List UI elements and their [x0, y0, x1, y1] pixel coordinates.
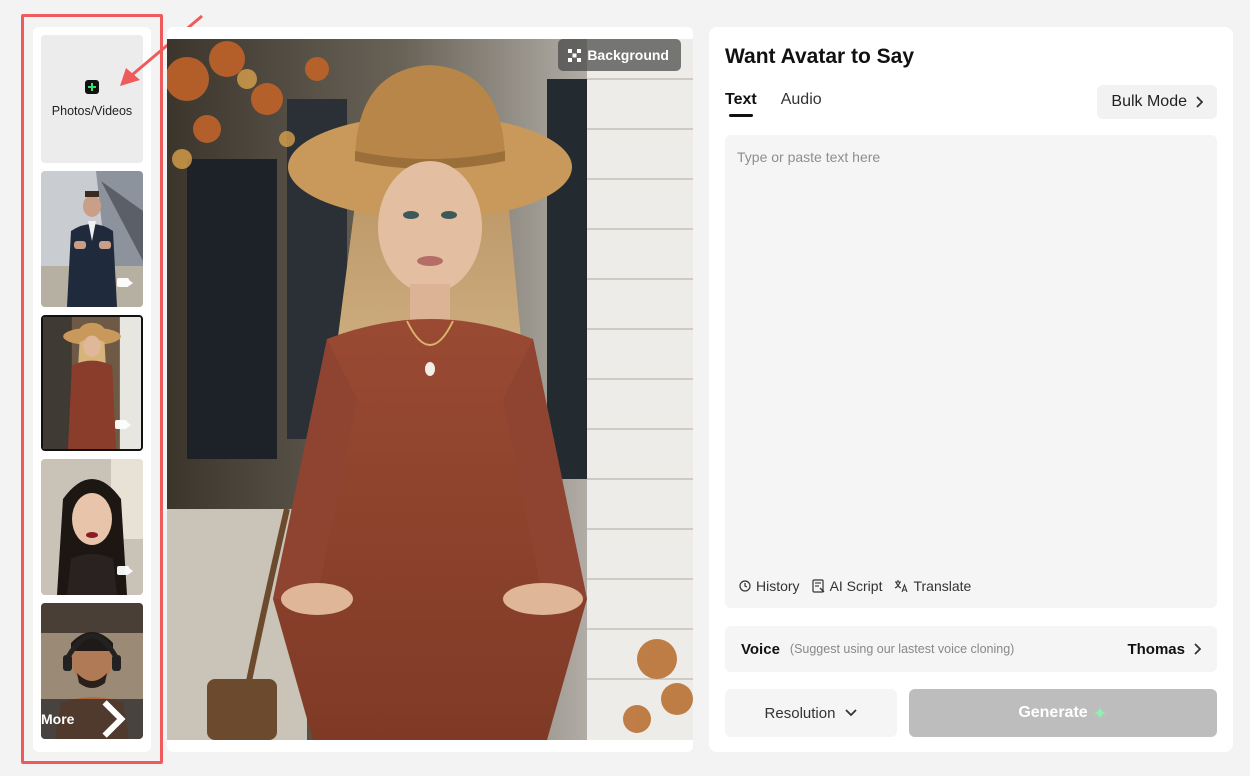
script-panel: Want Avatar to Say Text Audio Bulk Mode …: [709, 27, 1233, 752]
ai-script-button[interactable]: AI Script: [811, 578, 883, 594]
sparkle-icon: [1093, 707, 1106, 719]
clock-icon: [739, 580, 751, 592]
voice-name: Thomas: [1127, 640, 1185, 658]
plus-icon: [85, 80, 99, 94]
avatar-thumbnail-3[interactable]: [41, 459, 143, 595]
panel-title: Want Avatar to Say: [725, 45, 915, 68]
voice-label: Voice: [741, 640, 780, 658]
input-mode-tabs: Text Audio: [725, 91, 822, 117]
avatar-image-woman-hat: [43, 317, 141, 449]
translate-icon: [895, 580, 908, 593]
background-label: Background: [587, 47, 669, 63]
script-tools: History AI Script Translate: [739, 578, 971, 594]
generate-button[interactable]: Generate: [909, 689, 1217, 737]
video-icon: [115, 420, 131, 429]
voice-value: Thomas: [1127, 641, 1201, 658]
bulk-mode-label: Bulk Mode: [1111, 93, 1187, 110]
media-sidebar: Photos/Videos More: [33, 27, 151, 752]
background-button[interactable]: Background: [558, 39, 681, 71]
voice-hint: (Suggest using our lastest voice cloning…: [789, 642, 1015, 656]
bulk-mode-button[interactable]: Bulk Mode: [1097, 85, 1217, 119]
voice-selector[interactable]: Voice (Suggest using our lastest voice c…: [725, 626, 1217, 672]
chevron-right-icon: [102, 700, 126, 738]
tab-audio[interactable]: Audio: [781, 91, 822, 117]
translate-label: Translate: [913, 578, 972, 594]
translate-button[interactable]: Translate: [894, 578, 971, 594]
script-icon: [811, 579, 825, 593]
more-avatars-button[interactable]: More: [41, 699, 143, 739]
video-icon: [117, 566, 133, 575]
resolution-dropdown[interactable]: Resolution: [725, 689, 897, 737]
video-icon: [117, 278, 133, 287]
avatar-thumbnail-2-selected[interactable]: [41, 315, 143, 451]
resolution-label: Resolution: [764, 704, 836, 722]
history-button[interactable]: History: [739, 578, 800, 594]
ai-script-label: AI Script: [829, 578, 883, 594]
upload-label: Photos/Videos: [51, 104, 133, 118]
avatar-thumbnail-4[interactable]: More: [41, 603, 143, 739]
avatar-preview-panel: Background: [167, 27, 693, 752]
avatar-preview-image: [167, 39, 693, 740]
script-text-area: History AI Script Translate: [725, 135, 1217, 608]
chevron-right-icon: [1196, 96, 1203, 108]
background-icon: [568, 48, 582, 62]
chevron-right-icon: [1194, 643, 1201, 655]
more-label: More: [41, 711, 75, 727]
history-label: History: [756, 578, 800, 594]
avatar-thumbnail-1[interactable]: [41, 171, 143, 307]
generate-label: Generate: [1018, 704, 1088, 721]
script-text-input[interactable]: [725, 135, 1217, 555]
tab-text[interactable]: Text: [725, 91, 757, 117]
chevron-down-icon: [845, 709, 858, 717]
